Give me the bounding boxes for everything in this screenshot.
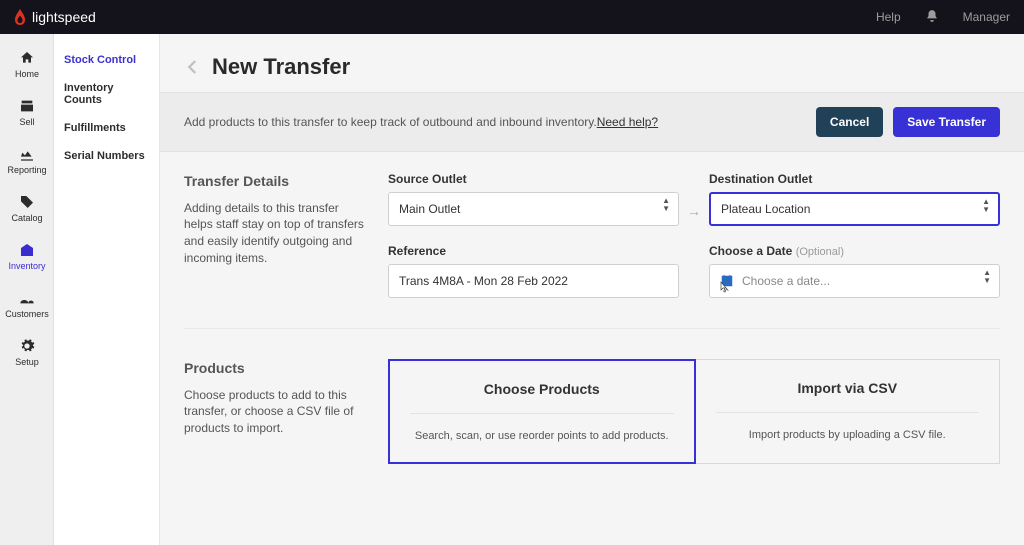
sidebar-item-label: Inventory — [8, 261, 45, 271]
destination-outlet-value: Plateau Location — [721, 202, 810, 216]
tile-divider — [410, 413, 674, 414]
sidebar-item-label: Sell — [19, 117, 34, 127]
topbar: lightspeed Help Manager — [0, 0, 1024, 34]
stepper-icon: ▲▼ — [982, 198, 990, 214]
sidebar-item-setup[interactable]: Setup — [0, 328, 54, 376]
brand-logo: lightspeed — [14, 9, 96, 25]
transfer-details-heading: Transfer Details — [184, 172, 364, 192]
subnav-item-inventory-counts[interactable]: Inventory Counts — [64, 74, 149, 114]
reference-input[interactable]: Trans 4M8A - Mon 28 Feb 2022 — [388, 264, 679, 298]
brand-name: lightspeed — [32, 9, 96, 25]
chart-icon — [19, 146, 35, 162]
sidebar-item-label: Setup — [15, 357, 39, 367]
date-placeholder: Choose a date... — [742, 274, 830, 288]
need-help-link[interactable]: Need help? — [597, 115, 658, 129]
tile-divider — [716, 412, 980, 413]
sidebar-item-label: Customers — [5, 309, 49, 319]
sidebar-item-customers[interactable]: Customers — [0, 280, 54, 328]
section-divider — [184, 328, 1000, 329]
main-content: New Transfer Add products to this transf… — [160, 34, 1024, 545]
transfer-details-section: Transfer Details Adding details to this … — [160, 152, 1024, 318]
reference-label: Reference — [388, 244, 679, 258]
tag-icon — [19, 194, 35, 210]
user-role[interactable]: Manager — [963, 10, 1010, 24]
inventory-icon — [19, 242, 35, 258]
reference-value: Trans 4M8A - Mon 28 Feb 2022 — [399, 274, 568, 288]
sidebar-item-sell[interactable]: Sell — [0, 88, 54, 136]
stepper-icon: ▲▼ — [662, 197, 670, 213]
flame-icon — [14, 9, 26, 25]
help-link[interactable]: Help — [876, 10, 901, 24]
arrow-right-icon: → — [679, 194, 709, 228]
save-transfer-button[interactable]: Save Transfer — [893, 107, 1000, 137]
home-icon — [19, 50, 35, 66]
cursor-pointer-icon — [715, 280, 731, 296]
sidebar-item-label: Catalog — [11, 213, 42, 223]
source-outlet-select[interactable]: Main Outlet ▲▼ — [388, 192, 679, 226]
info-text: Add products to this transfer to keep tr… — [184, 115, 597, 129]
products-heading: Products — [184, 359, 364, 379]
page-title: New Transfer — [212, 54, 350, 80]
secondary-sidebar: Stock Control Inventory Counts Fulfillme… — [54, 34, 160, 545]
sidebar-item-label: Home — [15, 69, 39, 79]
optional-hint: (Optional) — [796, 246, 844, 258]
cancel-button[interactable]: Cancel — [816, 107, 883, 137]
gear-icon — [19, 338, 35, 354]
info-bar: Add products to this transfer to keep tr… — [160, 92, 1024, 152]
source-outlet-label: Source Outlet — [388, 172, 679, 186]
subnav-item-serial-numbers[interactable]: Serial Numbers — [64, 142, 149, 170]
notifications-icon[interactable] — [925, 9, 939, 26]
primary-sidebar: Home Sell Reporting Catalog Inventory Cu… — [0, 34, 54, 545]
transfer-details-desc: Adding details to this transfer helps st… — [184, 200, 364, 267]
sidebar-item-inventory[interactable]: Inventory — [0, 232, 54, 280]
choose-products-tile[interactable]: Choose Products Search, scan, or use reo… — [388, 359, 696, 464]
register-icon — [19, 98, 35, 114]
tile-title: Choose Products — [410, 381, 674, 397]
sidebar-item-catalog[interactable]: Catalog — [0, 184, 54, 232]
customers-icon — [19, 290, 35, 306]
sidebar-item-label: Reporting — [7, 165, 46, 175]
source-outlet-value: Main Outlet — [399, 202, 460, 216]
tile-title: Import via CSV — [716, 380, 980, 396]
products-section: Products Choose products to add to this … — [160, 339, 1024, 484]
subnav-item-fulfillments[interactable]: Fulfillments — [64, 114, 149, 142]
subnav-item-stock-control[interactable]: Stock Control — [64, 46, 149, 74]
date-label: Choose a Date (Optional) — [709, 244, 1000, 258]
tile-desc: Import products by uploading a CSV file. — [716, 429, 980, 441]
products-desc: Choose products to add to this transfer,… — [184, 387, 364, 437]
destination-outlet-select[interactable]: Plateau Location ▲▼ — [709, 192, 1000, 226]
destination-outlet-label: Destination Outlet — [709, 172, 1000, 186]
import-csv-tile[interactable]: Import via CSV Import products by upload… — [696, 359, 1001, 464]
stepper-icon: ▲▼ — [983, 269, 991, 285]
date-picker[interactable]: Choose a date... ▲▼ — [709, 264, 1000, 298]
sidebar-item-home[interactable]: Home — [0, 40, 54, 88]
back-arrow-icon[interactable] — [184, 58, 202, 76]
sidebar-item-reporting[interactable]: Reporting — [0, 136, 54, 184]
tile-desc: Search, scan, or use reorder points to a… — [410, 430, 674, 442]
